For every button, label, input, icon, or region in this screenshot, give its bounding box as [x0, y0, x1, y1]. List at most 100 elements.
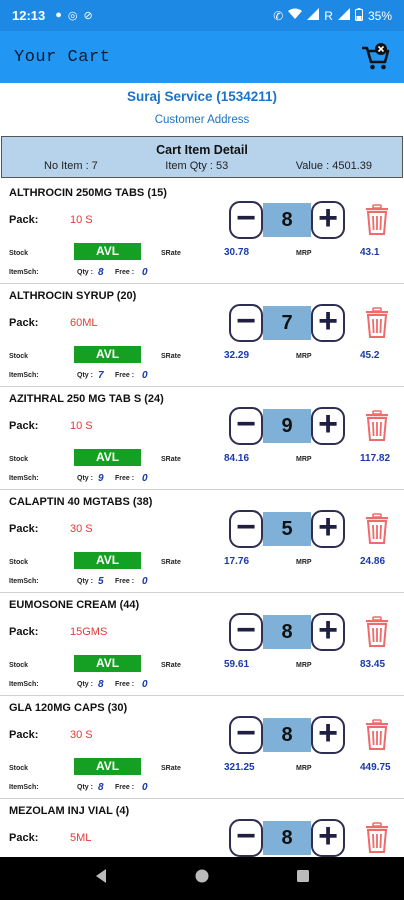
plus-icon: + [318, 508, 338, 546]
delete-item-button[interactable] [363, 204, 391, 236]
increase-qty-button[interactable]: + [311, 510, 345, 548]
call-icon: ✆ [273, 8, 284, 23]
back-triangle-icon [95, 869, 106, 883]
pack-label: Pack: [9, 523, 39, 535]
customer-address[interactable]: Customer Address [0, 114, 404, 126]
increase-qty-button[interactable]: + [311, 304, 345, 342]
trash-icon [363, 719, 391, 755]
home-button[interactable] [194, 868, 210, 889]
cart-item[interactable]: ALTHROCIN 250MG TABS (15) Pack: 10 S −8 + Sto… [0, 181, 404, 284]
quantity-stepper[interactable]: −7 + [229, 304, 345, 342]
qty-value: 7 [98, 370, 104, 381]
trash-icon [363, 513, 391, 549]
quantity-stepper[interactable]: −8 + [229, 613, 345, 651]
plus-icon: + [318, 817, 338, 855]
quantity-stepper[interactable]: −5 + [229, 510, 345, 548]
delete-item-button[interactable] [363, 307, 391, 339]
free-label: Free : [115, 372, 135, 379]
item-name: EUMOSONE CREAM (44) [9, 599, 140, 611]
item-name: ALTHROCIN 250MG TABS (15) [9, 187, 167, 199]
increase-qty-button[interactable]: + [311, 613, 345, 651]
delete-item-button[interactable] [363, 513, 391, 545]
mrp-value: 117.82 [360, 453, 391, 464]
status-time: 12:13 [12, 8, 46, 23]
decrease-qty-button[interactable]: − [229, 716, 263, 754]
delete-item-button[interactable] [363, 719, 391, 751]
decrease-qty-button[interactable]: − [229, 510, 263, 548]
mrp-label: MRP [296, 353, 312, 360]
srate-value: 30.78 [224, 247, 250, 258]
pack-value: 10 S [70, 214, 93, 226]
cart-item[interactable]: GLA 120MG CAPS (30) Pack: 30 S −8 + Stock AVL S… [0, 696, 404, 799]
stock-status-badge: AVL [74, 758, 141, 775]
free-label: Free : [115, 784, 135, 791]
plus-icon: + [318, 714, 338, 752]
back-button[interactable] [93, 868, 109, 889]
cart-item[interactable]: AZITHRAL 250 MG TAB S (24) Pack: 10 S −9 + St… [0, 387, 404, 490]
clear-cart-button[interactable] [360, 42, 390, 72]
increase-qty-button[interactable]: + [311, 201, 345, 239]
cart-item[interactable]: EUMOSONE CREAM (44) Pack: 15GMS −8 + Stock AVL… [0, 593, 404, 696]
cart-item[interactable]: CALAPTIN 40 MGTABS (38) Pack: 30 S −5 + Stock… [0, 490, 404, 593]
srate-label: SRate [161, 662, 181, 669]
plus-icon: + [318, 302, 338, 340]
free-label: Free : [115, 681, 135, 688]
itemsch-label: ItemSch: [9, 372, 39, 379]
qty-input[interactable]: 8 [263, 615, 311, 649]
cart-detail-summary: Cart Item Detail No Item : 7 Item Qty : … [1, 136, 403, 178]
home-circle-icon [195, 869, 209, 883]
decrease-qty-button[interactable]: − [229, 819, 263, 857]
quantity-stepper[interactable]: −9 + [229, 407, 345, 445]
qty-input[interactable]: 5 [263, 512, 311, 546]
decrease-qty-button[interactable]: − [229, 407, 263, 445]
cart-items-list[interactable]: ALTHROCIN 250MG TABS (15) Pack: 10 S −8 + Sto… [0, 181, 404, 857]
recents-button[interactable] [295, 868, 311, 889]
qty-value: 5 [98, 576, 104, 587]
mrp-label: MRP [296, 456, 312, 463]
minus-icon: − [236, 817, 256, 855]
customer-name[interactable]: Suraj Service (1534211) [0, 89, 404, 104]
cart-item[interactable]: ALTHROCIN SYRUP (20) Pack: 60ML −7 + Stock AVL… [0, 284, 404, 387]
quantity-stepper[interactable]: −8 + [229, 819, 345, 857]
increase-qty-button[interactable]: + [311, 716, 345, 754]
cart-item[interactable]: MEZOLAM INJ VIAL (4)Pack:5ML−8+StockAVLS… [0, 799, 404, 857]
cart-value-total: Value : 4501.39 [295, 160, 372, 172]
quantity-stepper[interactable]: −8 + [229, 716, 345, 754]
mrp-value: 24.86 [360, 556, 386, 567]
qty-input[interactable]: 7 [263, 306, 311, 340]
stock-status-badge: AVL [74, 552, 141, 569]
signal-icon [307, 8, 320, 23]
decrease-qty-button[interactable]: − [229, 613, 263, 651]
qty-input[interactable]: 8 [263, 203, 311, 237]
itemsch-label: ItemSch: [9, 681, 39, 688]
srate-label: SRate [161, 456, 181, 463]
srate-label: SRate [161, 353, 181, 360]
srate-value: 17.76 [224, 556, 250, 567]
delete-item-button[interactable] [363, 822, 391, 854]
decrease-qty-button[interactable]: − [229, 304, 263, 342]
stock-label: Stock [9, 559, 29, 566]
mrp-value: 449.75 [360, 762, 391, 773]
free-value: 0 [142, 782, 148, 793]
increase-qty-button[interactable]: + [311, 819, 345, 857]
stock-label: Stock [9, 353, 29, 360]
increase-qty-button[interactable]: + [311, 407, 345, 445]
cart-detail-stats: No Item : 7 Item Qty : 53 Value : 4501.3… [2, 160, 402, 172]
qty-input[interactable]: 8 [263, 718, 311, 752]
item-name: CALAPTIN 40 MGTABS (38) [9, 496, 153, 508]
stock-label: Stock [9, 662, 29, 669]
battery-percent: 35% [367, 8, 392, 23]
trash-icon [363, 410, 391, 446]
qty-value: 8 [98, 679, 104, 690]
quantity-stepper[interactable]: −8 + [229, 201, 345, 239]
pack-label: Pack: [9, 214, 39, 226]
decrease-qty-button[interactable]: − [229, 201, 263, 239]
plus-icon: + [318, 405, 338, 443]
delete-item-button[interactable] [363, 616, 391, 648]
delete-item-button[interactable] [363, 410, 391, 442]
sync-icon: ◎ [67, 10, 78, 22]
qty-input[interactable]: 9 [263, 409, 311, 443]
minus-icon: − [236, 611, 256, 649]
item-name: ALTHROCIN SYRUP (20) [9, 290, 137, 302]
qty-input[interactable]: 8 [263, 821, 311, 855]
